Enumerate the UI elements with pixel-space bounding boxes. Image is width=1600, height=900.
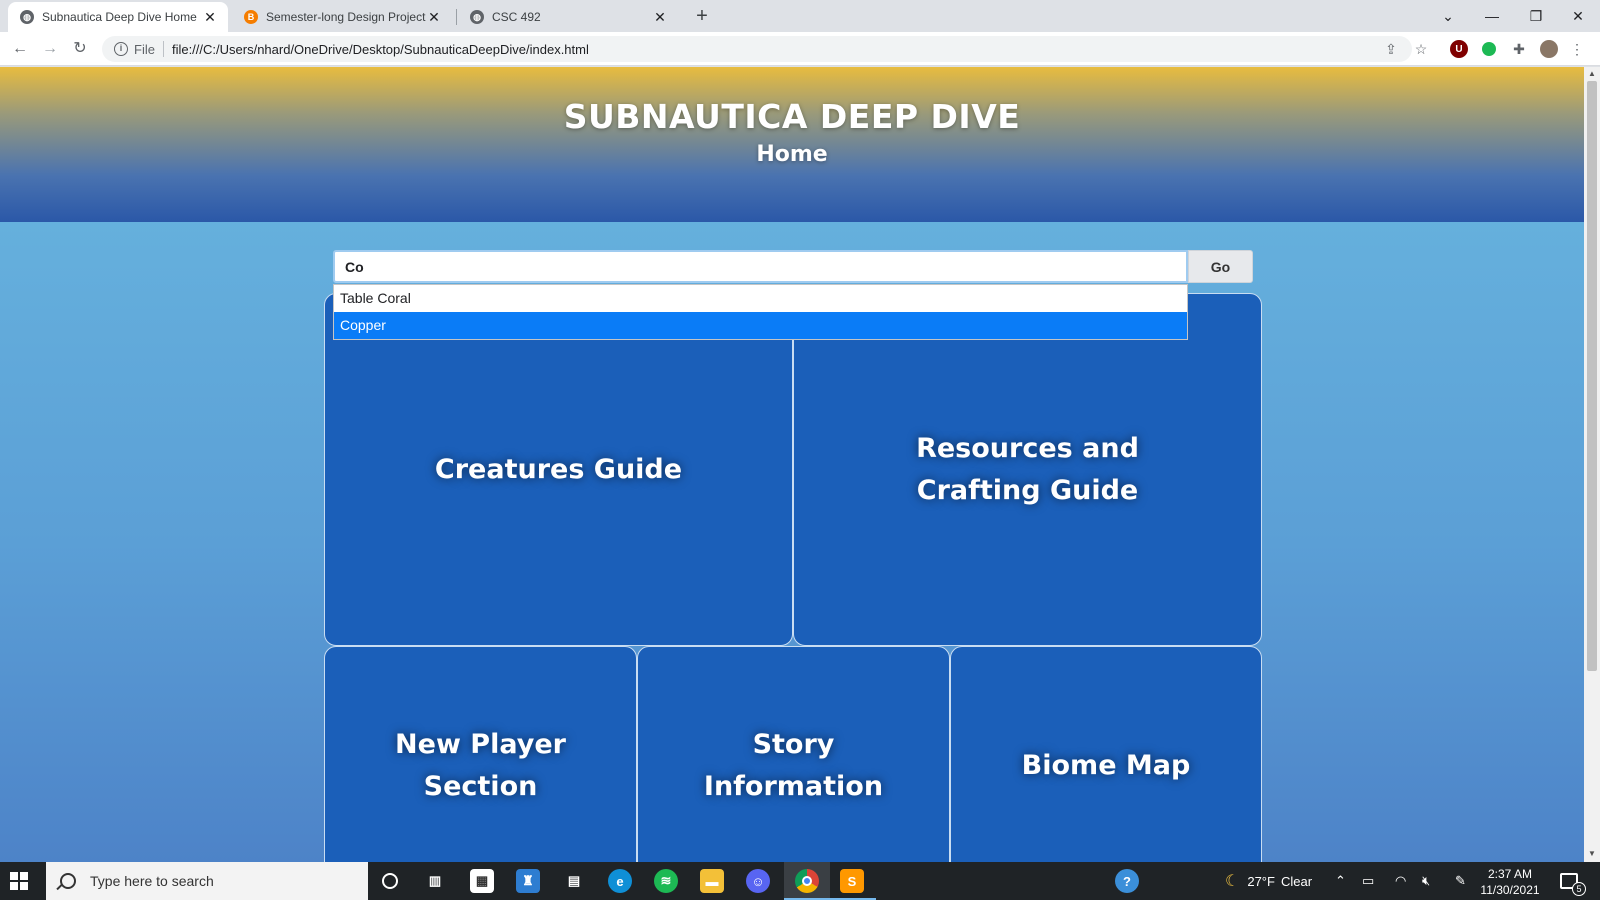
tab-subnautica-home[interactable]: ◍ Subnautica Deep Dive Home ✕	[8, 2, 228, 32]
search-form: Go	[333, 250, 1253, 283]
address-divider	[162, 41, 164, 57]
tab-title: Semester-long Design Project - C	[266, 10, 426, 24]
edge-icon[interactable]: e	[608, 869, 632, 893]
notification-count-badge: 5	[1572, 882, 1586, 896]
clock-date: 11/30/2021	[1480, 883, 1540, 897]
clock-time: 2:37 AM	[1487, 867, 1533, 881]
help-icon[interactable]: ?	[1115, 869, 1139, 893]
tile-label: Story Information	[703, 729, 884, 802]
taskbar-clock[interactable]: 2:37 AM 11/30/2021	[1470, 866, 1550, 898]
info-icon[interactable]: i	[114, 42, 128, 56]
pen-icon[interactable]: ✎	[1455, 862, 1466, 900]
reload-icon[interactable]: ↻	[68, 37, 92, 61]
address-scheme-label: File	[134, 41, 155, 57]
close-icon[interactable]: ✕	[426, 9, 442, 25]
discord-icon[interactable]: ☺	[746, 869, 770, 893]
tile-label: Creatures Guide	[434, 453, 683, 485]
taskbar-search-placeholder: Type here to search	[90, 873, 214, 889]
store-icon[interactable]: ▦	[470, 869, 494, 893]
tile-label: Resources and Crafting Guide	[916, 432, 1139, 506]
close-icon[interactable]: ✕	[652, 9, 668, 25]
tile-creatures-guide[interactable]: Creatures Guide	[324, 293, 793, 646]
page-viewport: SUBNAUTICA DEEP DIVE Home Go Creatures G…	[0, 67, 1584, 862]
tile-label: Biome Map	[1021, 750, 1191, 781]
restore-icon[interactable]: ❐	[1516, 4, 1556, 28]
search-icon	[60, 873, 76, 889]
battery-icon[interactable]: ▭	[1362, 862, 1374, 900]
tab-csc-492[interactable]: ◍ CSC 492 ✕	[458, 2, 678, 32]
tile-label: New Player Section	[395, 729, 566, 802]
tile-story-information[interactable]: Story Information	[637, 646, 950, 862]
address-bar[interactable]: i File file:///C:/Users/nhard/OneDrive/D…	[102, 36, 1412, 62]
show-hidden-icons-chevron[interactable]: ⌃	[1335, 862, 1346, 900]
scroll-thumb[interactable]	[1587, 81, 1597, 671]
tab-strip: ◍ Subnautica Deep Dive Home ✕ B Semester…	[0, 0, 1600, 32]
tile-biome-map[interactable]: Biome Map	[950, 646, 1262, 862]
browser-toolbar: ← → ↻ i File file:///C:/Users/nhard/OneD…	[0, 32, 1600, 66]
moon-icon: ☾	[1225, 873, 1240, 890]
taskbar-search-box[interactable]: Type here to search	[46, 862, 368, 900]
close-icon[interactable]: ✕	[202, 9, 218, 25]
tab-divider	[456, 9, 457, 25]
scroll-up-arrow-icon[interactable]: ▲	[1587, 69, 1597, 79]
tile-new-player[interactable]: New Player Section	[324, 646, 637, 862]
search-suggestions: Table Coral Copper	[333, 284, 1188, 340]
weather-temp: 27°F	[1247, 873, 1275, 889]
scroll-down-arrow-icon[interactable]: ▼	[1587, 849, 1597, 859]
suggestion-item-selected[interactable]: Copper	[334, 312, 1187, 339]
file-icon[interactable]: ▤	[562, 869, 586, 893]
guide-tiles: Creatures Guide Resources and Crafting G…	[324, 293, 1262, 862]
go-button[interactable]: Go	[1188, 250, 1253, 283]
wifi-icon[interactable]: ◠	[1395, 862, 1406, 900]
chrome-icon[interactable]	[795, 869, 819, 893]
spotify-icon[interactable]: ≋	[654, 869, 678, 893]
tab-search-chevron-icon[interactable]: ⌄	[1428, 4, 1468, 28]
forward-arrow-icon[interactable]: →	[38, 37, 62, 61]
globe-icon: ◍	[470, 10, 484, 24]
page-subtitle: Home	[756, 142, 828, 167]
back-arrow-icon[interactable]: ←	[8, 37, 32, 61]
close-window-icon[interactable]: ✕	[1558, 4, 1598, 28]
ublock-extension-icon[interactable]: U	[1450, 40, 1468, 58]
sublime-icon[interactable]: S	[840, 869, 864, 893]
blogger-icon: B	[244, 10, 258, 24]
task-view-icon[interactable]: ▥	[423, 869, 447, 893]
more-menu-icon[interactable]: ⋮	[1568, 40, 1586, 58]
tab-design-project[interactable]: B Semester-long Design Project - C ✕	[232, 2, 452, 32]
site-title: SUBNAUTICA DEEP DIVE	[563, 97, 1021, 136]
notifications-icon[interactable]: 5	[1560, 862, 1586, 900]
bookmark-star-icon[interactable]: ☆	[1412, 40, 1430, 58]
explorer-icon[interactable]: ▬	[700, 869, 724, 893]
page-scrollbar[interactable]: ▲ ▼	[1584, 67, 1600, 862]
weather-condition: Clear	[1280, 873, 1313, 889]
header-banner: SUBNAUTICA DEEP DIVE Home	[0, 67, 1584, 222]
profile-avatar-icon[interactable]	[1540, 40, 1558, 58]
cortana-icon[interactable]	[378, 869, 402, 893]
extensions-puzzle-icon[interactable]: ✚	[1510, 40, 1528, 58]
minimize-icon[interactable]: —	[1472, 4, 1512, 28]
search-input[interactable]	[333, 250, 1188, 283]
green-extension-icon[interactable]	[1480, 40, 1498, 58]
volume-muted-icon[interactable]: 🔇︎	[1422, 862, 1430, 900]
windows-taskbar: Type here to search ▥ ▦ ♜ ▤ e ≋ ▬ ☺ S ? …	[0, 862, 1600, 900]
app-icon[interactable]: ♜	[516, 869, 540, 893]
tab-title: Subnautica Deep Dive Home	[42, 10, 197, 24]
globe-icon: ◍	[20, 10, 34, 24]
weather-widget[interactable]: ☾ 27°F Clear	[1225, 862, 1312, 900]
new-tab-button[interactable]: +	[690, 5, 714, 29]
tile-resources-crafting[interactable]: Resources and Crafting Guide	[793, 293, 1262, 646]
address-url[interactable]: file:///C:/Users/nhard/OneDrive/Desktop/…	[172, 42, 589, 57]
share-icon[interactable]: ⇪	[1382, 40, 1400, 58]
windows-start-icon[interactable]	[10, 872, 28, 890]
tab-title: CSC 492	[492, 10, 541, 24]
suggestion-item[interactable]: Table Coral	[334, 285, 1187, 312]
